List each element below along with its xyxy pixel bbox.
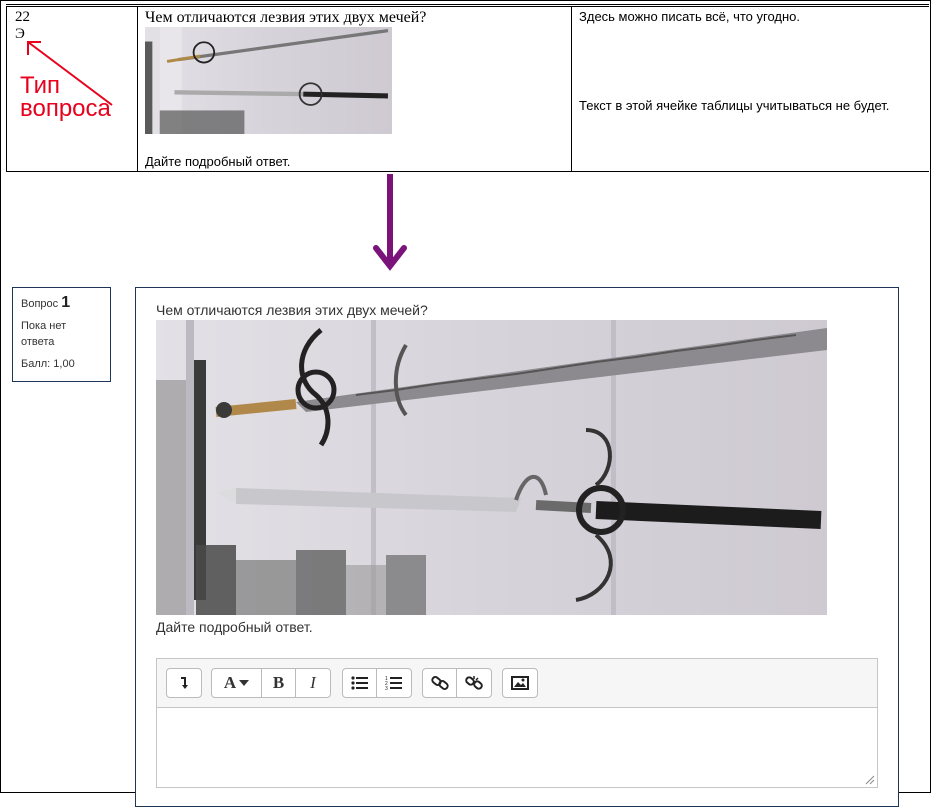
question-grade: Балл: 1,00 xyxy=(21,358,75,370)
source-question-text: Чем отличаются лезвия этих двух мечей? xyxy=(145,9,427,26)
annotation-arrow-icon xyxy=(27,41,113,106)
question-hint: Дайте подробный ответ. xyxy=(156,619,313,635)
source-table: 22 Э Тип вопроса Чем отличаются лезвия э… xyxy=(6,4,929,172)
toolbar-group-lists: 1 2 3 xyxy=(342,668,412,698)
unlink-button[interactable] xyxy=(457,669,491,697)
question-number-badge: 1 xyxy=(61,294,71,311)
state-line-2: ответа xyxy=(21,336,55,348)
italic-icon: I xyxy=(310,673,316,692)
swords-image-thumbnail xyxy=(145,27,392,134)
note-text-2: Текст в этой ячейке таблицы учитываться … xyxy=(579,98,890,113)
answer-editor: A B I 1 2 3 xyxy=(156,658,878,788)
font-color-button[interactable]: A xyxy=(212,669,262,697)
link-button[interactable] xyxy=(423,669,457,697)
bold-button[interactable]: B xyxy=(262,669,296,697)
toolbar-group-more xyxy=(166,668,202,698)
show-more-icon xyxy=(181,677,188,689)
question-info-box: Вопрос 1 Пока нет ответа Балл: 1,00 xyxy=(12,287,111,382)
down-arrow-icon xyxy=(373,174,407,271)
cell-number: 22 Э Тип вопроса xyxy=(6,7,137,171)
caret-down-icon xyxy=(239,680,250,686)
note-text-1: Здесь можно писать всё, что угодно. xyxy=(579,9,801,24)
unordered-list-icon xyxy=(350,676,368,690)
source-hint: Дайте подробный ответ. xyxy=(145,154,291,169)
editor-toolbar: A B I 1 2 3 xyxy=(157,659,877,708)
resize-handle-icon[interactable] xyxy=(865,775,875,785)
state-line-1: Пока нет xyxy=(21,320,67,332)
swords-image xyxy=(156,320,827,615)
unordered-list-button[interactable] xyxy=(343,669,377,697)
ordered-list-button[interactable]: 1 2 3 xyxy=(377,669,411,697)
answer-textarea[interactable] xyxy=(157,708,877,787)
font-color-icon: A xyxy=(223,673,237,692)
toolbar-group-media xyxy=(502,668,538,698)
image-icon xyxy=(511,676,529,690)
toolbar-group-text: A B I xyxy=(211,668,331,698)
question-panel: Чем отличаются лезвия этих двух мечей? Д… xyxy=(135,287,899,807)
question-text: Чем отличаются лезвия этих двух мечей? xyxy=(156,302,428,318)
ordered-list-icon: 1 2 3 xyxy=(385,676,402,691)
toolbar-group-links xyxy=(422,668,492,698)
link-icon xyxy=(430,676,449,690)
question-label: Вопрос xyxy=(21,298,59,310)
question-state: Пока нет ответа xyxy=(21,318,102,350)
unlink-icon xyxy=(465,676,483,690)
show-more-button[interactable] xyxy=(167,669,201,697)
cell-notes: Здесь можно писать всё, что угодно. Текс… xyxy=(571,7,929,171)
question-heading: Вопрос 1 xyxy=(21,294,102,312)
question-number: 22 xyxy=(15,9,30,25)
cell-question: Чем отличаются лезвия этих двух мечей? Д… xyxy=(137,7,571,171)
svg-text:3: 3 xyxy=(385,686,388,691)
image-button[interactable] xyxy=(503,669,537,697)
italic-button[interactable]: I xyxy=(296,669,330,697)
bold-icon: B xyxy=(272,673,285,692)
